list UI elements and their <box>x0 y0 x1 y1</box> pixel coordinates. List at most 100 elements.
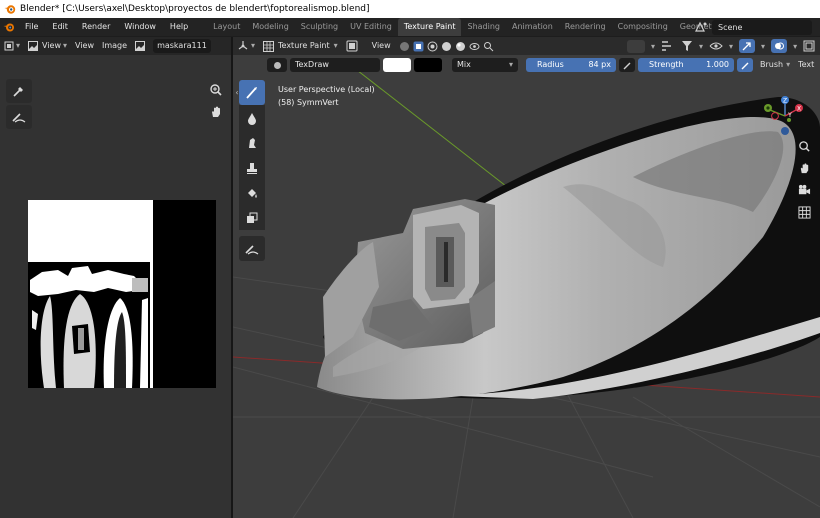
tab-rendering[interactable]: Rendering <box>559 18 612 36</box>
image-name-field[interactable]: maskara111 <box>153 39 211 53</box>
gizmo-arrow-icon <box>742 42 751 51</box>
brush-menu[interactable]: Brush ▾ <box>756 58 794 72</box>
image-editor-view-menu[interactable]: View <box>42 39 61 53</box>
viewport-zoom-button[interactable] <box>795 137 813 155</box>
scene-name-field[interactable]: Scene <box>712 19 812 35</box>
brush-preview-icon <box>273 61 281 69</box>
viewport-editor-type-button[interactable]: ▾ <box>233 39 259 53</box>
sample-tool-button[interactable] <box>6 79 32 103</box>
image-mode-button[interactable]: View ▾ <box>24 39 71 53</box>
sphere-icon[interactable] <box>441 41 452 52</box>
zoom-icon <box>210 84 222 96</box>
menu-edit[interactable]: Edit <box>45 18 75 36</box>
viewport-view-menu[interactable]: View <box>368 39 395 53</box>
hand-icon <box>800 162 808 173</box>
pen-pressure-icon <box>623 62 630 69</box>
radius-label: Radius <box>537 60 564 69</box>
bucket-icon <box>248 188 257 198</box>
visibility-icon[interactable] <box>709 40 723 52</box>
image-menu[interactable]: Image <box>98 39 131 53</box>
texture-menu[interactable]: Text <box>794 58 818 72</box>
menu-render[interactable]: Render <box>75 18 117 36</box>
blend-mode-label: Mix <box>457 60 471 69</box>
face-select-icon[interactable] <box>413 41 424 52</box>
zoom-button[interactable] <box>207 81 225 99</box>
annotate-tool-button[interactable] <box>239 236 265 261</box>
blender-menu-icon[interactable] <box>0 18 18 36</box>
tab-animation[interactable]: Animation <box>506 18 559 36</box>
tab-modeling[interactable]: Modeling <box>246 18 294 36</box>
filter-icon[interactable] <box>681 40 693 52</box>
texture-mask-graphic <box>28 200 216 388</box>
viewport-pan-button[interactable] <box>795 159 813 177</box>
strength-pressure-toggle[interactable] <box>737 58 753 72</box>
grid-view-icon <box>797 205 811 219</box>
navigation-gizmo[interactable]: Z X Y <box>760 91 810 141</box>
paint-texture-image[interactable] <box>28 200 216 388</box>
camera-view-button[interactable] <box>795 181 813 199</box>
vertex-select-icon[interactable] <box>427 41 438 52</box>
mode-selector[interactable]: Texture Paint ▾ <box>259 39 342 53</box>
transform-orientation-icon[interactable] <box>661 40 675 52</box>
menu-help[interactable]: Help <box>163 18 195 36</box>
tab-layout[interactable]: Layout <box>207 18 246 36</box>
image-editor-view-menu-2[interactable]: View <box>71 39 98 53</box>
gizmo-z-neg[interactable] <box>781 127 789 135</box>
strength-label: Strength <box>649 60 684 69</box>
radius-value: 84 px <box>588 60 611 69</box>
mask-tool-button[interactable] <box>239 205 265 230</box>
chevron-down-icon: ▾ <box>699 41 704 51</box>
annotate-tool-button[interactable] <box>6 105 32 129</box>
gizmo-toggle[interactable] <box>739 39 756 53</box>
object-info-text: (58) SymmVert <box>278 98 339 107</box>
image-editor: ▾ View ▾ View Image maskara111 <box>0 37 231 518</box>
tab-uv-editing[interactable]: UV Editing <box>344 18 398 36</box>
menu-window[interactable]: Window <box>117 18 163 36</box>
blend-mode-select[interactable]: Mix ▾ <box>452 58 518 72</box>
soften-tool-button[interactable] <box>239 105 265 130</box>
tab-texture-paint[interactable]: Texture Paint <box>397 18 462 36</box>
perspective-toggle-button[interactable] <box>795 203 813 221</box>
search-icon[interactable] <box>483 41 494 52</box>
scene-icon <box>695 21 707 32</box>
pan-button[interactable] <box>207 103 225 121</box>
grid-icon <box>4 41 14 51</box>
smear-tool-button[interactable] <box>239 130 265 155</box>
camera-object-icon[interactable] <box>399 41 410 52</box>
scene-selector[interactable]: Scene <box>694 19 820 35</box>
menu-file[interactable]: File <box>18 18 45 36</box>
primary-color-swatch[interactable] <box>383 58 411 72</box>
viewport-info-overlay: User Perspective (Local) (58) SymmVert <box>278 83 375 109</box>
tab-shading[interactable]: Shading <box>461 18 506 36</box>
clone-tool-button[interactable] <box>239 155 265 180</box>
radius-slider[interactable]: Radius 84 px <box>526 58 616 72</box>
eye-icon[interactable] <box>469 41 480 52</box>
top-menubar: File Edit Render Window Help Layout Mode… <box>0 18 820 36</box>
texture-paint-mode-icon <box>263 40 275 52</box>
fill-tool-button[interactable] <box>239 180 265 205</box>
viewport-toolbar <box>239 80 265 261</box>
radius-pressure-toggle[interactable] <box>619 58 635 72</box>
editor-type-button[interactable]: ▾ <box>0 39 24 53</box>
wireframe-toggle[interactable] <box>342 39 362 53</box>
zoom-icon <box>798 140 810 152</box>
brush-name-field[interactable]: TexDraw <box>290 58 380 72</box>
pen-pressure-icon <box>741 62 748 69</box>
window-titlebar: Blender* [C:\Users\axel\Desktop\proyecto… <box>0 0 820 18</box>
hand-icon <box>212 106 220 117</box>
strength-slider[interactable]: Strength 1.000 <box>638 58 734 72</box>
draw-tool-button[interactable] <box>239 80 265 105</box>
3d-viewport[interactable]: ▾ Texture Paint ▾ View ▾ ▾ ▾ ▾ ▾ TexDraw… <box>233 37 820 518</box>
chevron-down-icon: ▾ <box>251 41 256 50</box>
overlays-toggle[interactable] <box>771 39 788 53</box>
brush-browse-button[interactable] <box>267 58 287 72</box>
tab-sculpting[interactable]: Sculpting <box>295 18 344 36</box>
image-browse-button[interactable] <box>131 39 149 53</box>
secondary-color-swatch[interactable] <box>414 58 442 72</box>
tab-compositing[interactable]: Compositing <box>612 18 674 36</box>
shading-toggle[interactable] <box>627 39 645 53</box>
xray-icon[interactable] <box>803 40 815 52</box>
image-nav-column <box>207 81 225 125</box>
material-sphere-icon[interactable] <box>455 41 466 52</box>
annotate-pen-icon <box>12 113 26 123</box>
